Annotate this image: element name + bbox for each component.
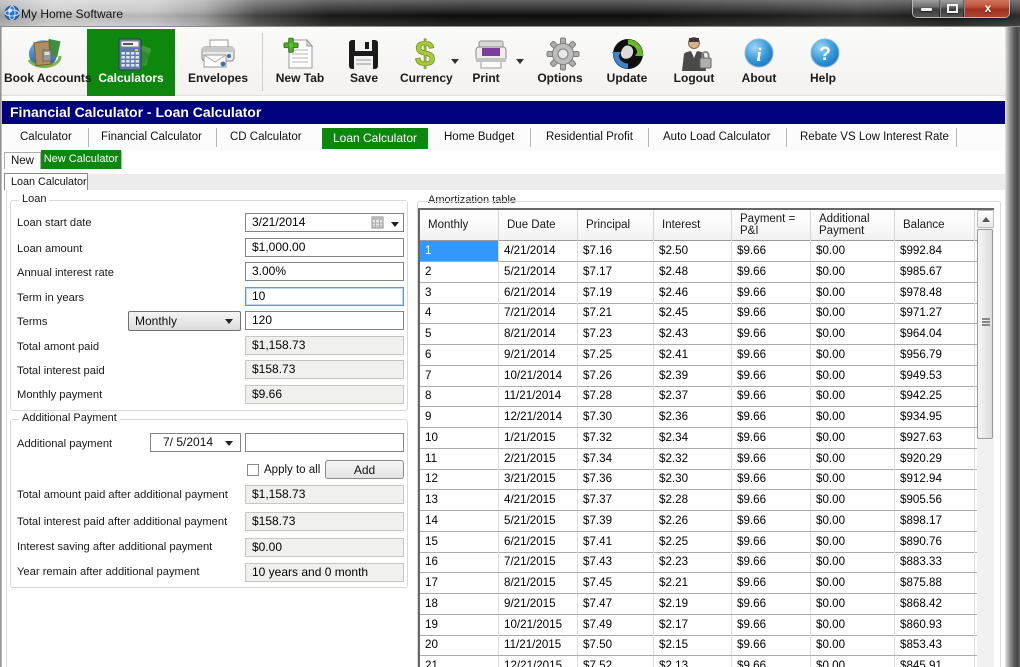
svg-text:?: ? — [819, 44, 831, 65]
svg-text:i: i — [756, 45, 762, 66]
svg-text:$: $ — [415, 35, 435, 73]
